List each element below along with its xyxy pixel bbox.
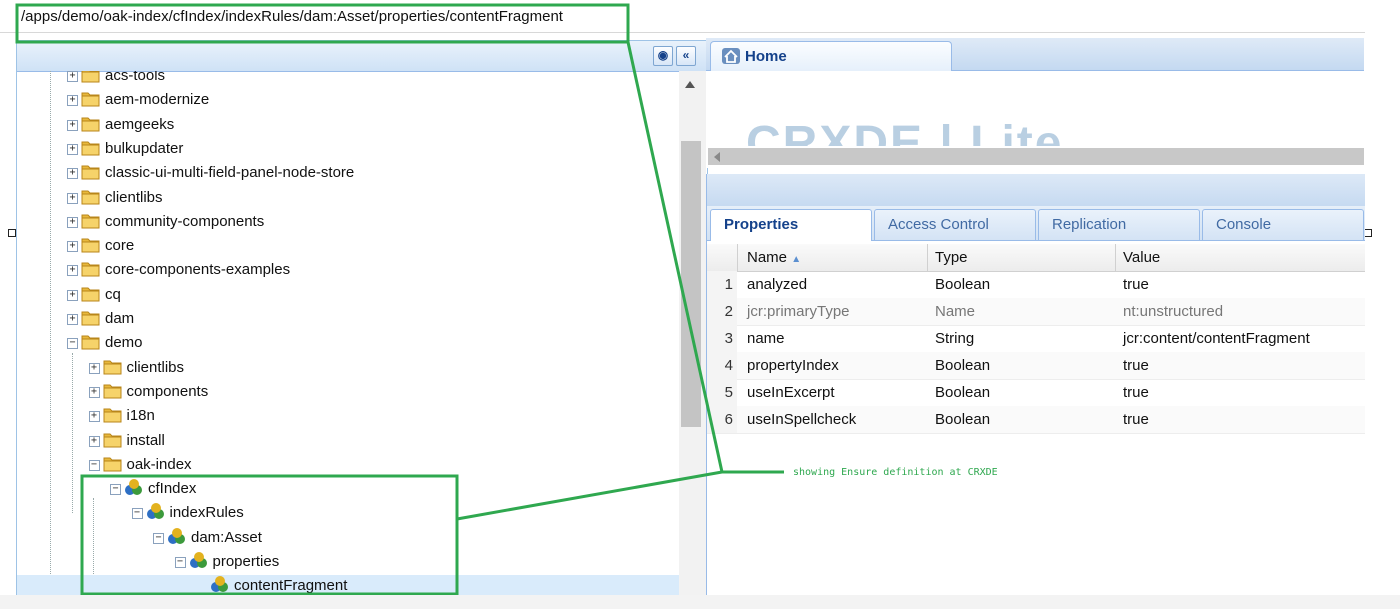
tree-highlight-box (80, 474, 459, 596)
status-bar (0, 595, 1400, 609)
annotation-text: showing Ensure definition at CRXDE (793, 467, 998, 478)
annotation-connector-line (626, 41, 724, 473)
annotation-overlay (15, 3, 784, 596)
path-highlight-box (15, 3, 630, 44)
annotation-connector-line (456, 470, 723, 521)
